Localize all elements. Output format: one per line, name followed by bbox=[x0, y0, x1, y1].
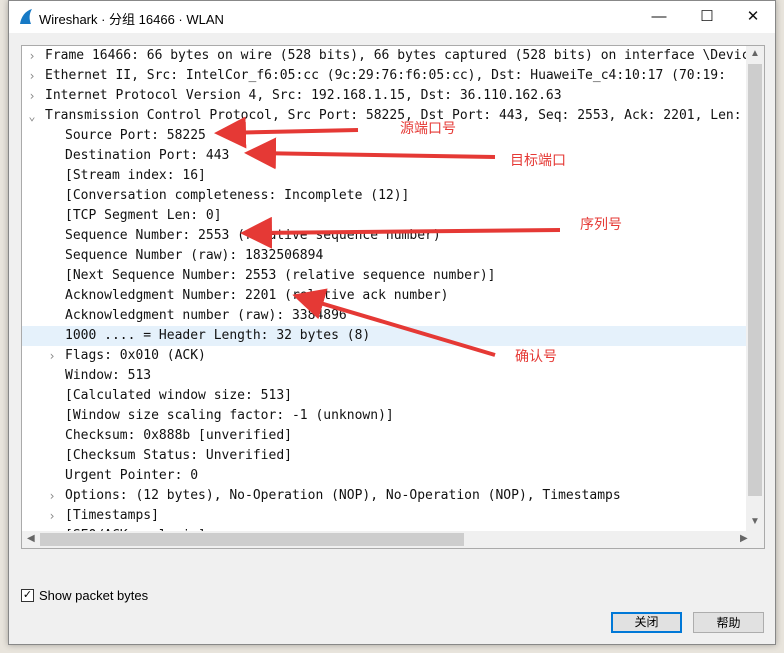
tree-row[interactable]: Acknowledgment number (raw): 3384896 bbox=[22, 306, 746, 326]
chevron-down-icon[interactable]: ⌄ bbox=[26, 106, 38, 126]
tree-row[interactable]: 1000 .... = Header Length: 32 bytes (8) bbox=[22, 326, 746, 346]
scroll-up-icon[interactable]: ▲ bbox=[750, 48, 760, 59]
tree-row-text: Checksum: 0x888b [unverified] bbox=[65, 428, 292, 443]
vertical-scroll-thumb[interactable] bbox=[748, 64, 762, 496]
tree-row-text: Window: 513 bbox=[65, 368, 152, 383]
tree-row-text: Sequence Number (raw): 1832506894 bbox=[65, 248, 324, 263]
chevron-right-icon[interactable]: › bbox=[26, 86, 38, 106]
title-bar: Wireshark · 分组 16466 · WLAN — ☐ ✕ bbox=[9, 1, 775, 33]
annotation-dest-port: 目标端口 bbox=[510, 152, 566, 168]
tree-row[interactable]: › Flags: 0x010 (ACK) bbox=[22, 346, 746, 366]
tree-row[interactable]: [Next Sequence Number: 2553 (relative se… bbox=[22, 266, 746, 286]
packet-dialog: Wireshark · 分组 16466 · WLAN — ☐ ✕ ›[SEQ/… bbox=[8, 0, 776, 645]
tree-row-text: [Stream index: 16] bbox=[65, 168, 206, 183]
tree-row[interactable]: › Options: (12 bytes), No-Operation (NOP)… bbox=[22, 486, 746, 506]
window-title: Wireshark · 分组 16466 · WLAN bbox=[39, 12, 224, 27]
tree-row-text: Destination Port: 443 bbox=[65, 148, 230, 163]
tree-row[interactable]: Window: 513 bbox=[22, 366, 746, 386]
tree-row-text: Acknowledgment number (raw): 3384896 bbox=[65, 308, 347, 323]
checkbox-checked-icon[interactable]: ✓ bbox=[21, 589, 34, 602]
chevron-right-icon[interactable]: › bbox=[46, 346, 58, 366]
wireshark-fin-icon bbox=[20, 9, 32, 24]
tree-row[interactable]: Urgent Pointer: 0 bbox=[22, 466, 746, 486]
tree-row[interactable]: Source Port: 58225 bbox=[22, 126, 746, 146]
tree-row-text: Acknowledgment Number: 2201 (relative ac… bbox=[65, 288, 449, 303]
tree-row[interactable]: [Conversation completeness: Incomplete (… bbox=[22, 186, 746, 206]
packet-details-tree[interactable]: ›[SEQ/ACK analysis]›[Timestamps]›Options… bbox=[21, 45, 765, 549]
tree-row-text: [Calculated window size: 513] bbox=[65, 388, 292, 403]
chevron-right-icon[interactable]: › bbox=[46, 506, 58, 526]
tree-row-text: Ethernet II, Src: IntelCor_f6:05:cc (9c:… bbox=[45, 68, 726, 83]
tree-row[interactable]: › Frame 16466: 66 bytes on wire (528 bits… bbox=[22, 46, 764, 66]
tree-row[interactable]: [Stream index: 16] bbox=[22, 166, 746, 186]
tree-row-text: [Window size scaling factor: -1 (unknown… bbox=[65, 408, 394, 423]
close-window-button[interactable]: ✕ bbox=[731, 5, 775, 29]
tree-row[interactable]: › [Timestamps] bbox=[22, 506, 746, 526]
annotation-ack: 确认号 bbox=[515, 348, 557, 364]
tree-row-text: 1000 .... = Header Length: 32 bytes (8) bbox=[65, 328, 371, 343]
tree-row-text: Options: (12 bytes), No-Operation (NOP),… bbox=[65, 488, 621, 503]
tree-row-text: [TCP Segment Len: 0] bbox=[65, 208, 222, 223]
show-packet-bytes-label: Show packet bytes bbox=[39, 588, 149, 603]
tree-row[interactable]: Checksum: 0x888b [unverified] bbox=[22, 426, 746, 446]
tree-row[interactable]: [Checksum Status: Unverified] bbox=[22, 446, 746, 466]
tree-row-text: Urgent Pointer: 0 bbox=[65, 468, 199, 483]
annotation-sequence: 序列号 bbox=[580, 216, 622, 232]
tree-row[interactable]: Sequence Number: 2553 (relative sequence… bbox=[22, 226, 746, 246]
scroll-down-icon[interactable]: ▼ bbox=[750, 516, 760, 527]
tree-row[interactable]: Acknowledgment Number: 2201 (relative ac… bbox=[22, 286, 746, 306]
tree-row-text: Source Port: 58225 bbox=[65, 128, 206, 143]
chevron-right-icon[interactable]: › bbox=[26, 46, 38, 66]
chevron-right-icon[interactable]: › bbox=[46, 486, 58, 506]
annotation-source-port: 源端口号 bbox=[400, 120, 456, 136]
maximize-button[interactable]: ☐ bbox=[685, 5, 729, 29]
tree-row[interactable]: Sequence Number (raw): 1832506894 bbox=[22, 246, 746, 266]
tree-row[interactable]: ⌄ Transmission Control Protocol, Src Port… bbox=[22, 106, 757, 126]
tree-row-text: Internet Protocol Version 4, Src: 192.16… bbox=[45, 88, 562, 103]
minimize-button[interactable]: — bbox=[637, 5, 681, 29]
tree-row-text: Sequence Number: 2553 (relative sequence… bbox=[65, 228, 441, 243]
close-button[interactable]: 关闭 bbox=[611, 612, 682, 633]
tree-row-text: [Next Sequence Number: 2553 (relative se… bbox=[65, 268, 496, 283]
scroll-left-icon[interactable]: ◀ bbox=[27, 533, 35, 544]
show-packet-bytes-checkbox[interactable]: ✓ Show packet bytes bbox=[21, 588, 148, 603]
tree-row[interactable]: › Internet Protocol Version 4, Src: 192.1… bbox=[22, 86, 746, 106]
help-button[interactable]: 帮助 bbox=[693, 612, 764, 633]
tree-row[interactable]: [Calculated window size: 513] bbox=[22, 386, 746, 406]
horizontal-scroll-thumb[interactable] bbox=[40, 533, 464, 546]
tree-row-text: Flags: 0x010 (ACK) bbox=[65, 348, 206, 363]
tree-row[interactable]: › Ethernet II, Src: IntelCor_f6:05:cc (9c… bbox=[22, 66, 746, 86]
tree-row-text: Frame 16466: 66 bytes on wire (528 bits)… bbox=[45, 48, 765, 63]
vertical-scrollbar[interactable]: ▲ ▼ bbox=[746, 46, 764, 532]
tree-row[interactable]: [Window size scaling factor: -1 (unknown… bbox=[22, 406, 746, 426]
tree-row-text: [Timestamps] bbox=[65, 508, 159, 523]
tree-row[interactable]: [TCP Segment Len: 0] bbox=[22, 206, 746, 226]
tree-row[interactable]: Destination Port: 443 bbox=[22, 146, 746, 166]
tree-row-text: [Checksum Status: Unverified] bbox=[65, 448, 292, 463]
tree-row-text: [Conversation completeness: Incomplete (… bbox=[65, 188, 410, 203]
horizontal-scrollbar[interactable]: ◀ ▶ bbox=[22, 531, 764, 548]
scroll-right-icon[interactable]: ▶ bbox=[740, 533, 748, 544]
chevron-right-icon[interactable]: › bbox=[26, 66, 38, 86]
